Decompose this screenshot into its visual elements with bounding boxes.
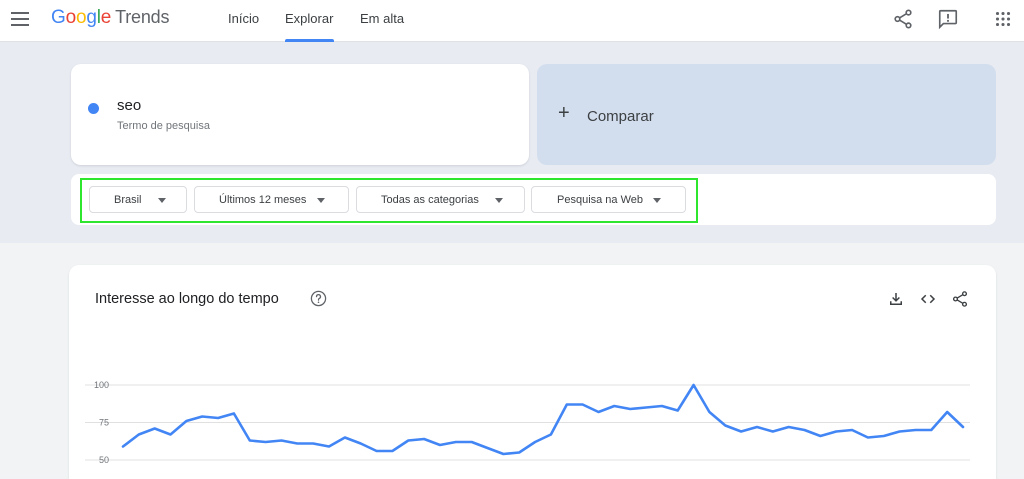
logo-letter: g [86,7,97,28]
google-trends-logo[interactable]: Google Trends [51,7,169,29]
region-filter-value: Brasil [114,194,142,206]
apps-icon[interactable] [992,8,1014,30]
feedback-icon[interactable] [937,8,959,30]
chevron-down-icon [495,198,503,203]
chart-title: Interesse ao longo do tempo [95,291,279,307]
logo-letter: o [75,7,87,28]
tab-inicio[interactable]: Início [228,0,259,42]
interest-line-chart: 100 75 50 [85,380,970,465]
search-term-name[interactable]: seo [117,97,141,114]
menu-icon[interactable] [11,12,29,26]
share-icon[interactable] [951,290,969,308]
search-type-filter-value: Pesquisa na Web [557,194,644,206]
category-filter[interactable]: Todas as categorias [356,186,525,213]
plus-icon: + [558,102,570,124]
top-bar: Google Trends Início Explorar Em alta [0,0,1024,42]
logo-letter: G [51,7,66,28]
logo-product-name: Trends [115,7,170,27]
term-color-dot [88,103,99,114]
category-filter-value: Todas as categorias [381,194,479,206]
download-icon[interactable] [887,290,905,308]
compare-label: Comparar [587,108,654,125]
y-tick-label: 100 [94,380,109,390]
search-term-type: Termo de pesquisa [117,120,210,132]
period-filter-value: Últimos 12 meses [219,194,307,206]
search-type-filter[interactable]: Pesquisa na Web [531,186,686,213]
region-filter[interactable]: Brasil [89,186,187,213]
compare-button[interactable]: + Comparar [537,64,996,165]
chevron-down-icon [653,198,661,203]
series-line[interactable] [121,383,965,456]
logo-letter: o [65,7,77,28]
y-tick-label: 75 [99,418,109,428]
chevron-down-icon [317,198,325,203]
y-tick-label: 50 [99,455,109,465]
share-icon[interactable] [892,8,914,30]
help-icon[interactable] [310,290,327,307]
tab-explorar[interactable]: Explorar [285,0,334,42]
embed-icon[interactable] [919,290,937,308]
chevron-down-icon [158,198,166,203]
tab-em-alta[interactable]: Em alta [360,0,404,42]
search-term-card[interactable]: seo Termo de pesquisa [71,64,529,165]
period-filter[interactable]: Últimos 12 meses [194,186,349,213]
logo-letter: e [100,7,112,28]
